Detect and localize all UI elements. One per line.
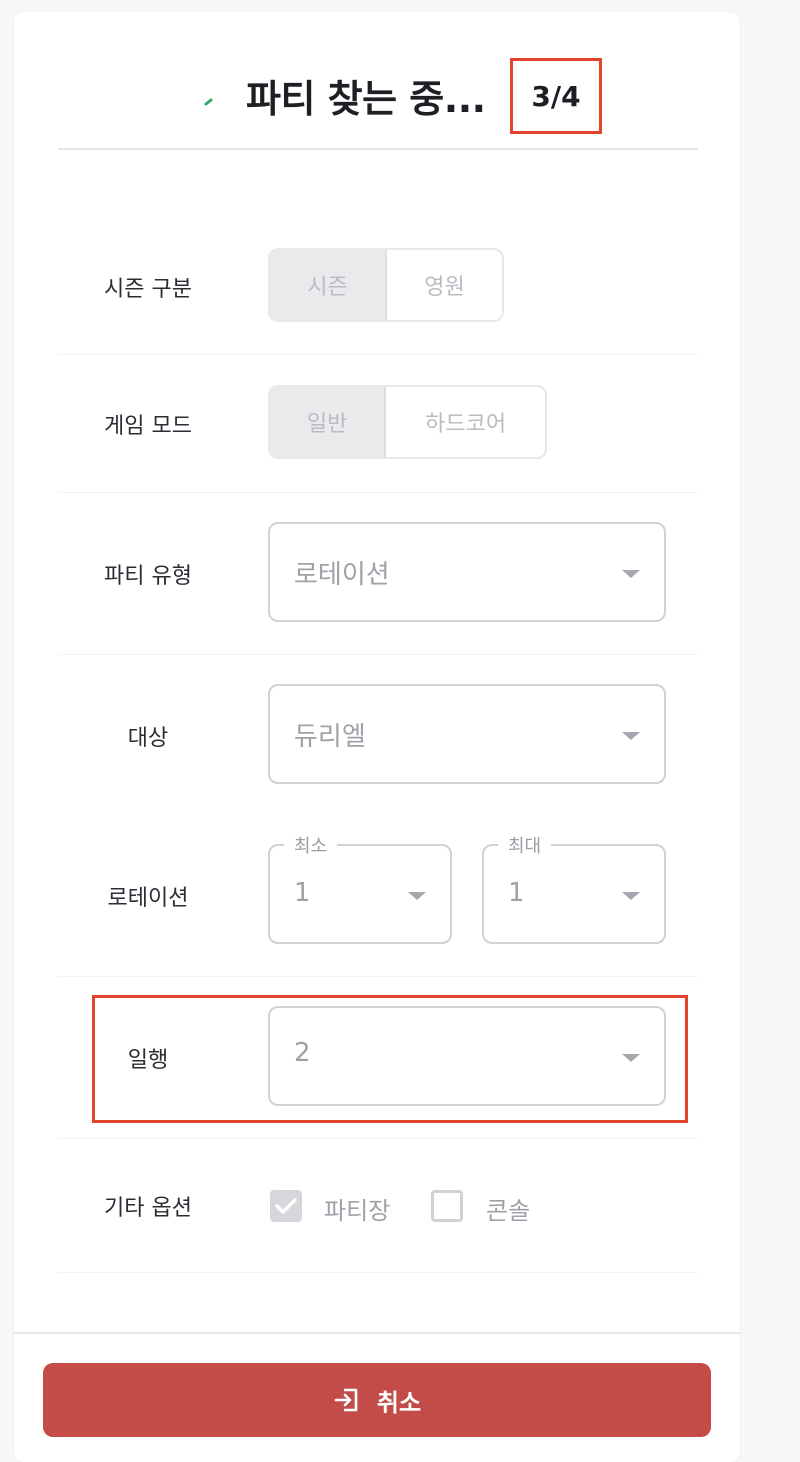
season-option-eternal[interactable]: 영원 — [387, 250, 502, 320]
target-label: 대상 — [127, 726, 169, 751]
party-type-select[interactable]: 로테이션 — [268, 522, 666, 622]
game-mode-label: 게임 모드 — [104, 414, 192, 439]
loading-spinner-icon — [204, 98, 213, 106]
console-checkbox[interactable] — [431, 1190, 463, 1222]
party-type-label: 파티 유형 — [104, 564, 192, 589]
rotation-min-value: 1 — [294, 878, 311, 908]
companions-highlight — [92, 995, 688, 1123]
cancel-label: 취소 — [376, 1388, 422, 1417]
mode-option-normal[interactable]: 일반 — [270, 387, 387, 457]
chevron-down-icon — [408, 892, 426, 900]
game-mode-row: 게임 모드 일반 하드코어 — [58, 354, 698, 493]
rotation-row: 로테이션 최소 1 최대 1 — [58, 814, 698, 977]
party-count-badge: 3/4 — [510, 58, 602, 134]
target-select[interactable]: 듀리엘 — [268, 684, 666, 784]
season-option-season[interactable]: 시즌 — [270, 250, 387, 320]
chevron-down-icon — [622, 570, 640, 578]
target-row: 대상 듀리엘 — [58, 654, 698, 814]
game-mode-toggle[interactable]: 일반 하드코어 — [268, 385, 547, 459]
console-label: 콘솔 — [486, 1197, 531, 1225]
season-toggle[interactable]: 시즌 영원 — [268, 248, 504, 322]
party-leader-label: 파티장 — [324, 1197, 391, 1225]
rotation-max-value: 1 — [508, 878, 525, 908]
party-type-value: 로테이션 — [294, 560, 390, 590]
rotation-label: 로테이션 — [107, 886, 189, 911]
rotation-min-select[interactable]: 최소 1 — [268, 832, 452, 944]
other-options-label: 기타 옵션 — [104, 1196, 192, 1221]
rotation-max-select[interactable]: 최대 1 — [482, 832, 666, 944]
chevron-down-icon — [622, 732, 640, 740]
mode-option-hardcore[interactable]: 하드코어 — [386, 387, 545, 457]
footer-divider — [14, 1332, 740, 1334]
target-value: 듀리엘 — [294, 722, 366, 752]
chevron-down-icon — [622, 892, 640, 900]
season-row: 시즌 구분 시즌 영원 — [58, 176, 698, 355]
rotation-min-legend: 최소 — [284, 832, 338, 858]
header: 파티 찾는 중... 3/4 — [58, 50, 698, 150]
other-options-row: 기타 옵션 파티장 콘솔 — [58, 1138, 698, 1273]
rotation-max-legend: 최대 — [498, 832, 552, 858]
season-label: 시즌 구분 — [104, 277, 192, 302]
party-leader-checkbox[interactable] — [270, 1190, 302, 1222]
cancel-button[interactable]: 취소 — [43, 1363, 711, 1437]
check-icon — [275, 1198, 297, 1214]
exit-icon — [334, 1388, 358, 1412]
page-title: 파티 찾는 중... — [246, 77, 486, 121]
party-type-row: 파티 유형 로테이션 — [58, 492, 698, 655]
